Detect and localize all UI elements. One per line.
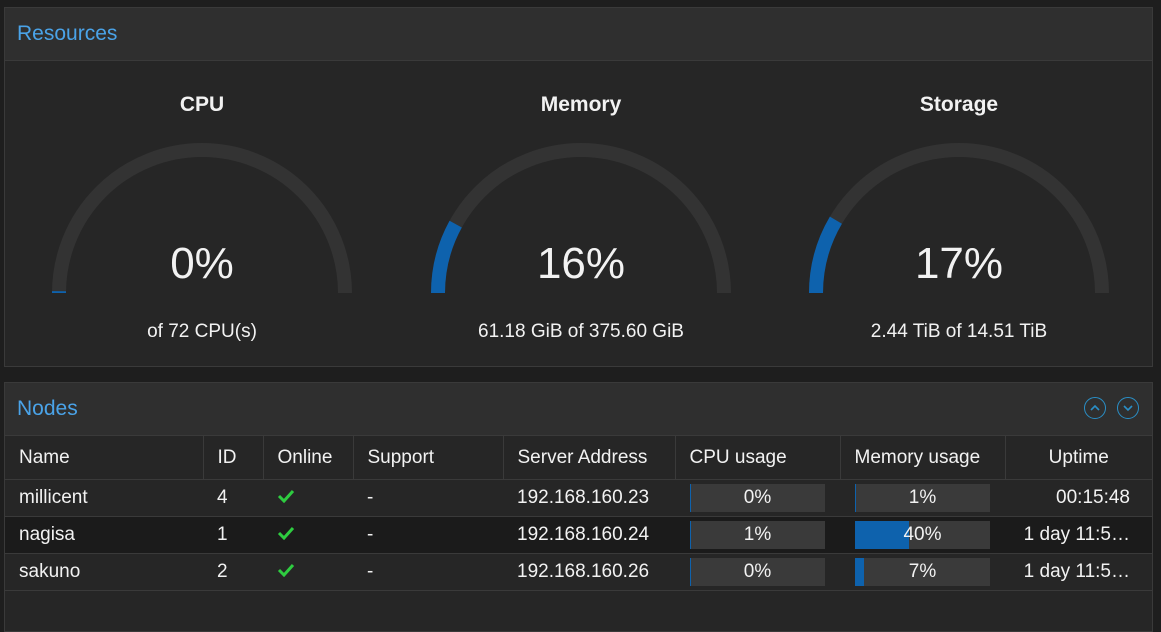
node-id: 1 [203, 516, 263, 554]
storage-gauge-title: Storage [919, 93, 999, 116]
cpu-gauge-value: 0% [170, 239, 234, 288]
cpu-gauge: CPU 0% of 72 CPU(s) [12, 61, 392, 361]
column-header-memory-usage[interactable]: Memory usage [840, 436, 1006, 480]
cpu-usage-label: 0% [743, 561, 772, 582]
storage-gauge-value: 17% [914, 239, 1004, 288]
node-name: nagisa [5, 516, 203, 554]
cpu-usage-bar: 0% [690, 484, 825, 512]
chevron-up-icon[interactable] [1084, 397, 1106, 419]
column-header-cpu-usage[interactable]: CPU usage [675, 436, 841, 480]
table-row[interactable]: millicent 4 - 192.168.160.23 0% 1% 00:15… [5, 479, 1152, 517]
cpu-gauge-detail: of 72 CPU(s) [147, 321, 257, 342]
memory-usage-bar: 7% [855, 558, 990, 586]
chevron-down-icon[interactable] [1117, 397, 1139, 419]
cpu-usage-bar: 1% [690, 521, 825, 549]
column-header-name[interactable]: Name [5, 436, 204, 480]
memory-gauge: Memory 16% 61.18 GiB of 375.60 GiB [391, 61, 771, 361]
node-address: 192.168.160.24 [503, 516, 675, 554]
node-id: 4 [203, 479, 263, 517]
cpu-usage-cell: 0% [675, 479, 840, 517]
node-address: 192.168.160.23 [503, 479, 675, 517]
memory-usage-cell: 40% [840, 516, 1005, 554]
node-uptime: 1 day 11:5… [1005, 553, 1152, 591]
memory-gauge-detail: 61.18 GiB of 375.60 GiB [478, 321, 684, 342]
nodes-title: Nodes [17, 397, 78, 420]
online-cell [263, 516, 353, 554]
resources-title: Resources [17, 22, 118, 45]
column-header-uptime[interactable]: Uptime [1005, 436, 1152, 480]
column-header-online[interactable]: Online [263, 436, 354, 480]
nodes-panel: Nodes Name ID Online Support Server Addr… [4, 382, 1153, 632]
memory-usage-cell: 1% [840, 479, 1005, 517]
cpu-usage-cell: 0% [675, 553, 840, 591]
memory-gauge-value: 16% [536, 239, 626, 288]
node-support: - [353, 516, 503, 554]
cpu-usage-cell: 1% [675, 516, 840, 554]
node-address: 192.168.160.26 [503, 553, 675, 591]
table-row[interactable]: sakuno 2 - 192.168.160.26 0% 7% 1 day 11… [5, 553, 1152, 591]
memory-gauge-title: Memory [540, 93, 622, 116]
cpu-usage-bar: 0% [690, 558, 825, 586]
table-row[interactable]: nagisa 1 - 192.168.160.24 1% 40% 1 day 1… [5, 516, 1152, 554]
cpu-usage-label: 0% [743, 487, 772, 508]
node-support: - [353, 479, 503, 517]
column-header-support[interactable]: Support [353, 436, 504, 480]
storage-gauge-detail: 2.44 TiB of 14.51 TiB [870, 321, 1048, 342]
resources-panel: Resources CPU 0% of 72 CPU(s) Memory 16%… [4, 7, 1153, 367]
check-icon [277, 524, 295, 546]
node-support: - [353, 553, 503, 591]
memory-usage-bar: 40% [855, 521, 990, 549]
nodes-header: Nodes [5, 383, 1152, 436]
node-id: 2 [203, 553, 263, 591]
memory-usage-label: 1% [908, 487, 937, 508]
cpu-gauge-title: CPU [179, 93, 225, 116]
check-icon [277, 487, 295, 509]
nodes-table-header: Name ID Online Support Server Address CP… [5, 436, 1152, 480]
node-name: sakuno [5, 553, 203, 591]
online-cell [263, 553, 353, 591]
memory-usage-label: 7% [908, 561, 937, 582]
nodes-table: Name ID Online Support Server Address CP… [5, 436, 1152, 591]
memory-usage-label: 40% [903, 524, 942, 545]
column-header-id[interactable]: ID [203, 436, 264, 480]
memory-usage-bar: 1% [855, 484, 990, 512]
column-header-server-address[interactable]: Server Address [503, 436, 676, 480]
check-icon [277, 561, 295, 583]
node-uptime: 00:15:48 [1005, 479, 1152, 517]
resources-header: Resources [5, 8, 1152, 61]
storage-gauge: Storage 17% 2.44 TiB of 14.51 TiB [769, 61, 1149, 361]
memory-usage-cell: 7% [840, 553, 1005, 591]
cpu-usage-label: 1% [743, 524, 772, 545]
online-cell [263, 479, 353, 517]
node-name: millicent [5, 479, 203, 517]
node-uptime: 1 day 11:5… [1005, 516, 1152, 554]
